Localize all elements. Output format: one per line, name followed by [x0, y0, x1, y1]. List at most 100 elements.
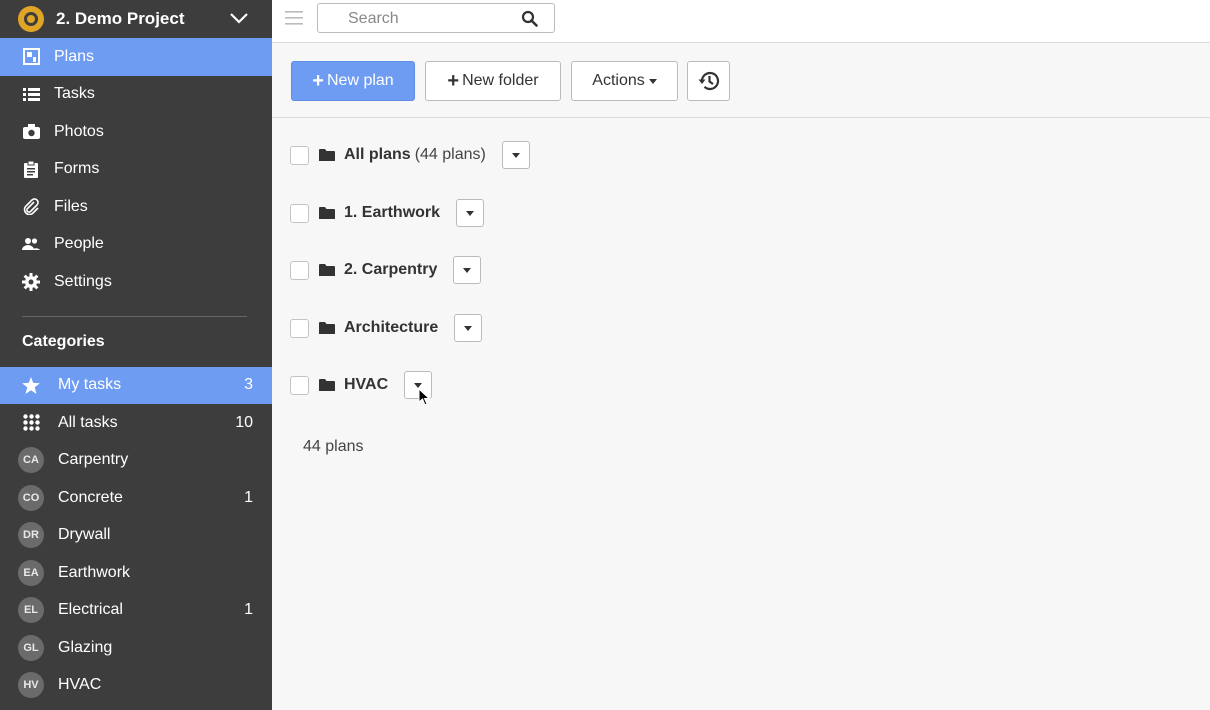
category-label: Concrete: [58, 489, 123, 507]
category-label: Electrical: [58, 601, 123, 619]
category-badge: EA: [18, 560, 44, 586]
category-earthwork[interactable]: EA Earthwork: [0, 554, 272, 592]
topbar: [272, 0, 1210, 43]
category-label: Glazing: [58, 639, 112, 657]
caret-down-icon: [414, 383, 422, 388]
folder-name[interactable]: HVAC: [344, 376, 388, 394]
nav-label: Plans: [54, 48, 94, 66]
nav-label: Tasks: [54, 85, 95, 103]
nav-label: People: [54, 235, 104, 253]
category-badge: CO: [18, 485, 44, 511]
project-switcher[interactable]: 2. Demo Project: [0, 0, 272, 38]
plus-icon: +: [447, 71, 459, 91]
category-my-tasks[interactable]: My tasks 3: [0, 367, 272, 405]
nav-label: Settings: [54, 273, 112, 291]
new-plan-button[interactable]: +New plan: [291, 61, 415, 101]
folder-dropdown-button[interactable]: [502, 141, 530, 169]
nav-item-photos[interactable]: Photos: [0, 113, 272, 151]
new-folder-button[interactable]: +New folder: [425, 61, 561, 101]
category-concrete[interactable]: CO Concrete 1: [0, 479, 272, 517]
category-drywall[interactable]: DR Drywall: [0, 517, 272, 555]
folder-checkbox[interactable]: [290, 146, 309, 165]
caret-down-icon: [649, 79, 657, 84]
camera-icon: [22, 123, 40, 141]
main-nav: Plans Tasks Photos Forms Files: [0, 38, 272, 301]
category-count: 10: [235, 414, 253, 432]
category-electrical[interactable]: EL Electrical 1: [0, 592, 272, 630]
folder-name[interactable]: Architecture: [344, 319, 438, 337]
category-label: HVAC: [58, 676, 101, 694]
nav-item-people[interactable]: People: [0, 226, 272, 264]
folder-checkbox[interactable]: [290, 261, 309, 280]
category-all-tasks[interactable]: All tasks 10: [0, 404, 272, 442]
project-logo-icon: [18, 6, 44, 32]
search-box: [317, 3, 555, 33]
folder-plan-count: (44 plans): [415, 146, 486, 164]
grid-icon: [18, 410, 44, 436]
actions-button[interactable]: Actions: [571, 61, 678, 101]
plans-total: 44 plans: [303, 438, 364, 456]
nav-label: Photos: [54, 123, 104, 141]
category-badge: DR: [18, 522, 44, 548]
gear-icon: [22, 273, 40, 291]
new-folder-label: New folder: [462, 72, 538, 90]
caret-down-icon: [464, 326, 472, 331]
category-label: My tasks: [58, 376, 121, 394]
category-count: 1: [244, 601, 253, 619]
folder-icon: [319, 206, 335, 220]
folder-dropdown-button[interactable]: [456, 199, 484, 227]
category-count: 3: [244, 376, 253, 394]
category-hvac[interactable]: HV HVAC: [0, 667, 272, 705]
category-badge: CA: [18, 447, 44, 473]
folder-name[interactable]: 1. Earthwork: [344, 204, 440, 222]
folder-checkbox[interactable]: [290, 319, 309, 338]
categories-title: Categories: [0, 333, 272, 353]
new-plan-label: New plan: [327, 72, 394, 90]
nav-item-settings[interactable]: Settings: [0, 263, 272, 301]
list-icon: [22, 85, 40, 103]
hamburger-menu-icon[interactable]: [285, 9, 303, 27]
folder-checkbox[interactable]: [290, 204, 309, 223]
category-count: 1: [244, 489, 253, 507]
category-label: Carpentry: [58, 451, 128, 469]
category-label: Drywall: [58, 526, 110, 544]
nav-item-tasks[interactable]: Tasks: [0, 76, 272, 114]
actions-label: Actions: [592, 72, 644, 90]
category-glazing[interactable]: GL Glazing: [0, 629, 272, 667]
search-input[interactable]: [346, 9, 516, 29]
folder-checkbox[interactable]: [290, 376, 309, 395]
nav-item-files[interactable]: Files: [0, 188, 272, 226]
category-label: All tasks: [58, 414, 118, 432]
folder-dropdown-button[interactable]: [453, 256, 481, 284]
clipboard-icon: [22, 160, 40, 178]
folder-name[interactable]: 2. Carpentry: [344, 261, 437, 279]
category-badge: GL: [18, 635, 44, 661]
category-carpentry[interactable]: CA Carpentry: [0, 442, 272, 480]
folder-row-earthwork: 1. Earthwork: [290, 199, 484, 227]
history-button[interactable]: [687, 61, 730, 101]
nav-label: Forms: [54, 160, 99, 178]
folder-row-hvac: HVAC: [290, 371, 432, 399]
nav-label: Files: [54, 198, 88, 216]
folder-name[interactable]: All plans: [344, 146, 411, 164]
category-badge: EL: [18, 597, 44, 623]
mouse-cursor-icon: [418, 388, 430, 406]
folder-row-all-plans: All plans (44 plans): [290, 141, 530, 169]
toolbar: +New plan +New folder Actions: [272, 43, 1210, 118]
plans-icon: [22, 48, 40, 66]
chevron-down-icon[interactable]: [230, 9, 248, 27]
caret-down-icon: [512, 153, 520, 158]
folder-icon: [319, 321, 335, 335]
project-name: 2. Demo Project: [56, 9, 185, 29]
category-badge: HV: [18, 672, 44, 698]
caret-down-icon: [463, 268, 471, 273]
folder-row-carpentry: 2. Carpentry: [290, 256, 481, 284]
nav-item-forms[interactable]: Forms: [0, 151, 272, 189]
nav-item-plans[interactable]: Plans: [0, 38, 272, 76]
search-icon[interactable]: [521, 10, 538, 27]
sidebar-divider: [22, 316, 247, 317]
categories-list: My tasks 3 All tasks 10 CA Carpentry CO …: [0, 367, 272, 705]
history-icon: [697, 69, 721, 93]
folder-dropdown-button[interactable]: [454, 314, 482, 342]
paperclip-icon: [22, 198, 40, 216]
